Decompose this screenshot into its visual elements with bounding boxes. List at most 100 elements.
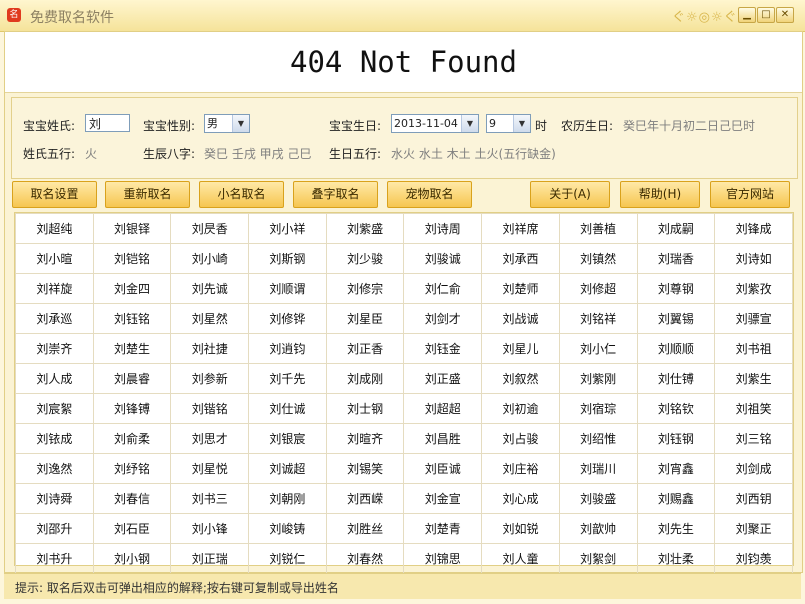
pet-name-button[interactable]: 宠物取名 [387, 181, 472, 208]
name-cell[interactable]: 刘少骏 [325, 243, 405, 274]
name-cell[interactable]: 刘剑才 [403, 303, 483, 334]
name-cell[interactable]: 刘千先 [248, 363, 327, 394]
name-cell[interactable]: 刘纾铭 [92, 453, 172, 484]
name-cell[interactable]: 刘绍惟 [558, 423, 638, 454]
name-cell[interactable]: 刘钰金 [403, 333, 483, 364]
name-cell[interactable]: 刘铭祥 [558, 303, 638, 334]
name-cell[interactable]: 刘星然 [170, 303, 250, 334]
nickname-button[interactable]: 小名取名 [199, 181, 284, 208]
name-cell[interactable]: 刘锦思 [403, 543, 483, 574]
name-cell[interactable]: 刘金宣 [403, 483, 483, 514]
name-cell[interactable]: 刘歆帅 [558, 513, 638, 544]
name-cell[interactable]: 刘崇齐 [15, 333, 94, 364]
name-cell[interactable]: 刘星儿 [481, 333, 560, 364]
gender-select[interactable]: 男 ▼ [204, 114, 250, 133]
name-cell[interactable]: 刘锴铭 [170, 393, 250, 424]
name-cell[interactable]: 刘星臣 [325, 303, 405, 334]
name-cell[interactable]: 刘锐仁 [248, 543, 327, 574]
birth-hour-select[interactable]: 9 ▼ [486, 114, 531, 133]
name-cell[interactable]: 刘仁俞 [403, 273, 483, 304]
name-cell[interactable]: 刘小崎 [170, 243, 250, 274]
name-cell[interactable]: 刘思才 [170, 423, 250, 454]
name-cell[interactable]: 刘锋成 [714, 213, 793, 244]
name-cell[interactable]: 刘诗舜 [15, 483, 94, 514]
name-cell[interactable]: 刘昃香 [170, 213, 250, 244]
name-cell[interactable]: 刘成刚 [325, 363, 405, 394]
name-cell[interactable]: 刘石臣 [92, 513, 172, 544]
name-cell[interactable]: 刘铠铭 [92, 243, 172, 274]
name-cell[interactable]: 刘锋镈 [92, 393, 172, 424]
name-settings-button[interactable]: 取名设置 [12, 181, 97, 208]
name-cell[interactable]: 刘俞柔 [92, 423, 172, 454]
name-cell[interactable]: 刘春然 [325, 543, 405, 574]
name-cell[interactable]: 刘钰铭 [92, 303, 172, 334]
close-button[interactable]: ✕ [776, 7, 794, 23]
name-cell[interactable]: 刘仕诚 [248, 393, 327, 424]
about-button[interactable]: 关于(A) [530, 181, 610, 208]
name-cell[interactable]: 刘正盛 [403, 363, 483, 394]
name-cell[interactable]: 刘紫刚 [558, 363, 638, 394]
name-cell[interactable]: 刘小锋 [170, 513, 250, 544]
name-cell[interactable]: 刘善植 [558, 213, 638, 244]
name-cell[interactable]: 刘楚师 [481, 273, 560, 304]
name-cell[interactable]: 刘三铭 [714, 423, 793, 454]
name-cell[interactable]: 刘超纯 [15, 213, 94, 244]
name-cell[interactable]: 刘斯钢 [248, 243, 327, 274]
name-cell[interactable]: 刘逍钧 [248, 333, 327, 364]
name-cell[interactable]: 刘庄裕 [481, 453, 560, 484]
name-cell[interactable]: 刘壮柔 [636, 543, 716, 574]
name-cell[interactable]: 刘银宸 [248, 423, 327, 454]
name-cell[interactable]: 刘祖笑 [714, 393, 793, 424]
name-cell[interactable]: 刘瑞香 [636, 243, 716, 274]
name-cell[interactable]: 刘赐鑫 [636, 483, 716, 514]
name-cell[interactable]: 刘宸絮 [15, 393, 94, 424]
name-cell[interactable]: 刘士钢 [325, 393, 405, 424]
name-cell[interactable]: 刘心成 [481, 483, 560, 514]
name-cell[interactable]: 刘顺谓 [248, 273, 327, 304]
name-cell[interactable]: 刘絮剑 [558, 543, 638, 574]
name-cell[interactable]: 刘小暄 [15, 243, 94, 274]
name-cell[interactable]: 刘聚正 [714, 513, 793, 544]
name-cell[interactable]: 刘星悦 [170, 453, 250, 484]
name-cell[interactable]: 刘如锐 [481, 513, 560, 544]
maximize-button[interactable]: □ [757, 7, 775, 23]
name-cell[interactable]: 刘先诚 [170, 273, 250, 304]
regenerate-button[interactable]: 重新取名 [105, 181, 190, 208]
name-cell[interactable]: 刘胜丝 [325, 513, 405, 544]
name-cell[interactable]: 刘书祖 [714, 333, 793, 364]
name-cell[interactable]: 刘紫生 [714, 363, 793, 394]
name-cell[interactable]: 刘社捷 [170, 333, 250, 364]
name-cell[interactable]: 刘人童 [481, 543, 560, 574]
name-cell[interactable]: 刘臣诚 [403, 453, 483, 484]
name-cell[interactable]: 刘楚青 [403, 513, 483, 544]
name-cell[interactable]: 刘宵鑫 [636, 453, 716, 484]
minimize-button[interactable]: ▁ [738, 7, 756, 23]
name-cell[interactable]: 刘正香 [325, 333, 405, 364]
name-cell[interactable]: 刘宿琮 [558, 393, 638, 424]
repeat-char-button[interactable]: 叠字取名 [293, 181, 378, 208]
name-cell[interactable]: 刘银铎 [92, 213, 172, 244]
name-cell[interactable]: 刘书三 [170, 483, 250, 514]
name-cell[interactable]: 刘瑞川 [558, 453, 638, 484]
name-cell[interactable]: 刘尊钢 [636, 273, 716, 304]
surname-input[interactable]: 刘 [85, 114, 130, 132]
name-cell[interactable]: 刘承西 [481, 243, 560, 274]
name-cell[interactable]: 刘朝刚 [248, 483, 327, 514]
name-cell[interactable]: 刘战诚 [481, 303, 560, 334]
name-cell[interactable]: 刘楚生 [92, 333, 172, 364]
name-cell[interactable]: 刘骏诚 [403, 243, 483, 274]
birth-date-picker[interactable]: 2013-11-04 ▼ [391, 114, 479, 133]
name-cell[interactable]: 刘诚超 [248, 453, 327, 484]
name-cell[interactable]: 刘祥旋 [15, 273, 94, 304]
name-cell[interactable]: 刘翼锡 [636, 303, 716, 334]
name-cell[interactable]: 刘金四 [92, 273, 172, 304]
name-cell[interactable]: 刘西钥 [714, 483, 793, 514]
name-cell[interactable]: 刘小仁 [558, 333, 638, 364]
name-cell[interactable]: 刘占骏 [481, 423, 560, 454]
name-cell[interactable]: 刘修铧 [248, 303, 327, 334]
name-cell[interactable]: 刘承巡 [15, 303, 94, 334]
name-cell[interactable]: 刘诗周 [403, 213, 483, 244]
name-cell[interactable]: 刘铱成 [15, 423, 94, 454]
name-cell[interactable]: 刘成嗣 [636, 213, 716, 244]
name-cell[interactable]: 刘叙然 [481, 363, 560, 394]
